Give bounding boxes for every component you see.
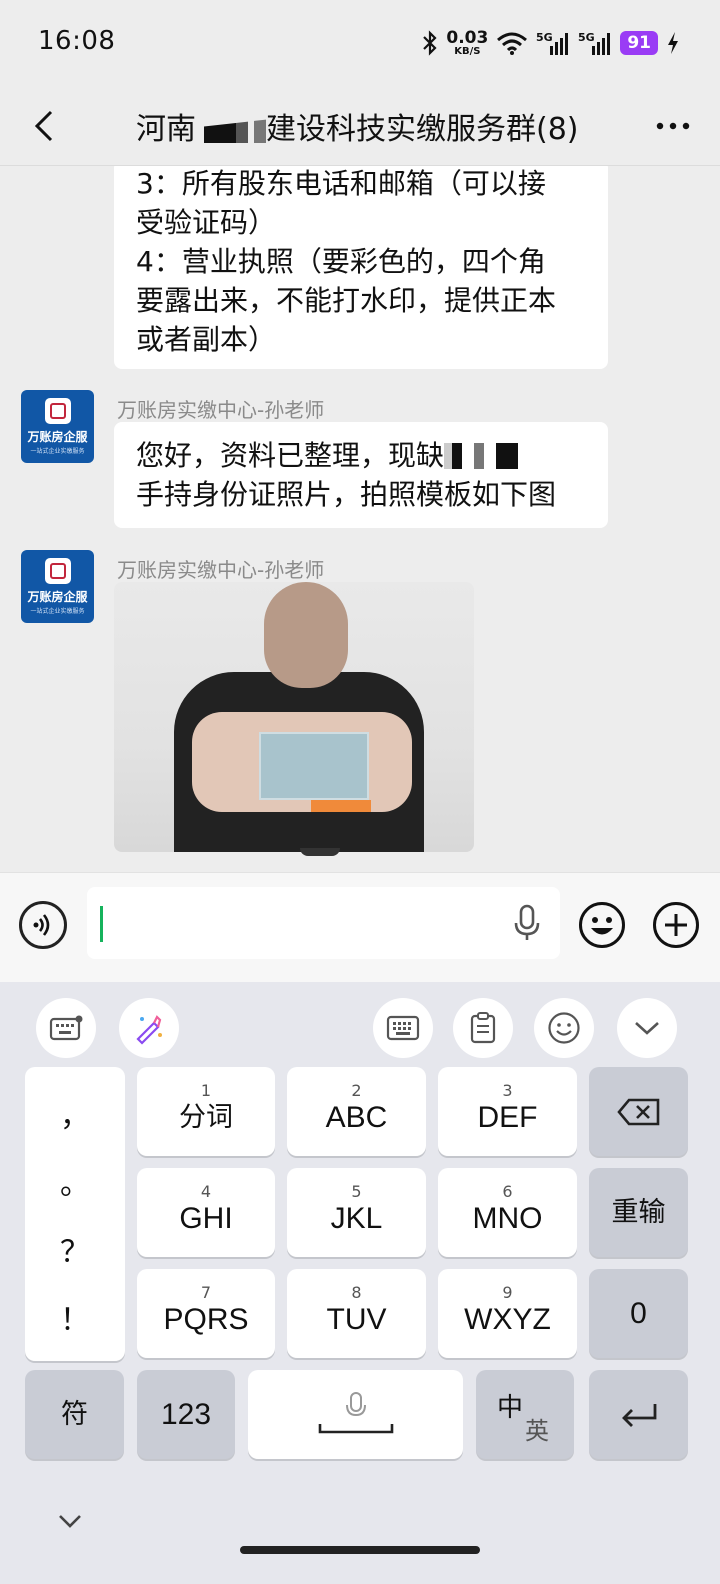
punct-exclaim[interactable]: ！ (25, 1295, 125, 1339)
bluetooth-icon (423, 30, 437, 56)
image-message[interactable] (114, 582, 474, 852)
sender-name: 万账房实缴中心-孙老师 (117, 558, 325, 582)
net-speed: 0.03 KB/S (446, 27, 489, 57)
sender-name: 万账房实缴中心-孙老师 (117, 398, 325, 422)
wifi-icon (497, 32, 528, 55)
space-mic-icon (318, 1391, 393, 1433)
photo-person-head (264, 582, 348, 688)
chat-title: 河南 建设科技实缴服务群(8) (136, 112, 579, 147)
language-switch-key[interactable]: 中 英 (476, 1370, 574, 1459)
home-indicator[interactable] (240, 1546, 480, 1554)
charging-icon (668, 32, 678, 54)
status-time: 16:08 (38, 26, 116, 56)
chat-header: 河南 建设科技实缴服务群(8) (0, 86, 720, 166)
key-8[interactable]: 8 TUV (287, 1269, 426, 1358)
input-bar (0, 872, 720, 982)
back-button[interactable] (22, 104, 66, 148)
chat-messages[interactable]: 3：所有股东电话和邮箱（可以接 受验证码） 4：营业执照（要彩色的，四个角 要露… (0, 166, 720, 872)
key-0[interactable]: 0 (589, 1269, 688, 1358)
redacted-text (196, 119, 266, 143)
status-bar: 16:08 0.03 KB/S 5G 5G 91 (0, 0, 720, 86)
backspace-icon (616, 1098, 659, 1125)
punct-comma[interactable]: ， (25, 1091, 125, 1135)
punctuation-column[interactable]: ， 。 ？ ！ (25, 1067, 125, 1361)
logo-emblem (45, 398, 71, 424)
photo-id-card (259, 732, 371, 812)
more-options-button[interactable] (648, 106, 698, 146)
plus-button[interactable] (652, 901, 700, 949)
emoji-icon (548, 1012, 580, 1044)
magic-pen-icon (136, 1015, 162, 1045)
chevron-left-icon (34, 110, 53, 142)
svg-text:5G: 5G (536, 31, 553, 44)
voice-wave-icon (33, 914, 50, 936)
avatar[interactable]: 万账房企服 一站式企业实缴服务 (21, 390, 94, 463)
clipboard-button[interactable] (453, 998, 513, 1058)
key-6[interactable]: 6 MNO (438, 1168, 577, 1257)
status-icons: 0.03 KB/S 5G 5G 91 (422, 26, 680, 60)
key-9[interactable]: 9 WXYZ (438, 1269, 577, 1358)
key-3[interactable]: 3 DEF (438, 1067, 577, 1156)
signal-icon: 5G (578, 31, 611, 55)
keyboard-icon (386, 1015, 420, 1041)
chevron-down-icon (635, 1022, 659, 1035)
enter-key[interactable] (589, 1370, 688, 1459)
ime-keyboard: ， 。 ？ ！ 1 分词 2 ABC 3 DEF 4 GHI 5 JKL 6 M… (0, 982, 720, 1584)
key-1[interactable]: 1 分词 (137, 1067, 275, 1156)
redacted-text (444, 443, 519, 469)
collapse-keyboard-icon[interactable] (52, 1510, 88, 1534)
symbols-key[interactable]: 符 (25, 1370, 124, 1459)
reinput-key[interactable]: 重输 (589, 1168, 688, 1257)
message-input[interactable] (87, 887, 560, 959)
message-bubble[interactable]: 您好，资料已整理，现缺 手持身份证照片，拍照模板如下图 (114, 422, 608, 528)
scroll-indicator (300, 848, 340, 856)
avatar[interactable]: 万账房企服 一站式企业实缴服务 (21, 550, 94, 623)
hide-toolbar-button[interactable] (617, 998, 677, 1058)
magic-pen-button[interactable] (119, 998, 179, 1058)
space-key[interactable] (248, 1370, 463, 1459)
backspace-key[interactable] (589, 1067, 688, 1156)
punct-period[interactable]: 。 (25, 1159, 125, 1203)
keyboard-settings-icon (49, 1015, 83, 1041)
battery-indicator: 91 (620, 31, 658, 55)
svg-text:5G: 5G (578, 31, 595, 44)
more-dots-icon (656, 122, 690, 130)
mic-icon[interactable] (510, 903, 544, 943)
numbers-key[interactable]: 123 (137, 1370, 235, 1459)
key-2[interactable]: 2 ABC (287, 1067, 426, 1156)
keyboard-switch-button[interactable] (373, 998, 433, 1058)
punct-question[interactable]: ？ (25, 1227, 125, 1271)
key-7[interactable]: 7 PQRS (137, 1269, 275, 1358)
key-4[interactable]: 4 GHI (137, 1168, 275, 1257)
logo-emblem (45, 558, 71, 584)
message-bubble[interactable]: 3：所有股东电话和邮箱（可以接 受验证码） 4：营业执照（要彩色的，四个角 要露… (114, 166, 608, 369)
clipboard-icon (470, 1012, 496, 1044)
keyboard-settings-button[interactable] (36, 998, 96, 1058)
enter-icon (621, 1403, 656, 1427)
text-caret (100, 906, 103, 942)
key-5[interactable]: 5 JKL (287, 1168, 426, 1257)
signal-icon: 5G (536, 31, 569, 55)
voice-toggle-button[interactable] (19, 901, 67, 949)
emoji-button[interactable] (578, 901, 626, 949)
keyboard-emoji-button[interactable] (534, 998, 594, 1058)
